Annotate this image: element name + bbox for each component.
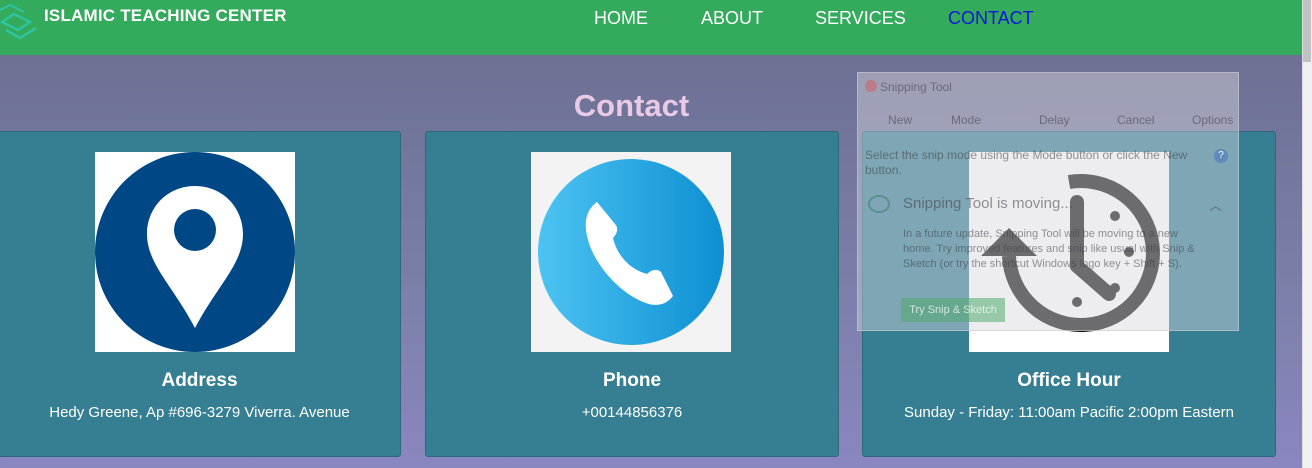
address-text: Hedy Greene, Ap #696-3279 Viverra. Avenu… — [49, 404, 350, 421]
snip-cancel-button[interactable]: Cancel — [1117, 113, 1154, 127]
location-pin-icon — [95, 152, 295, 352]
scrollbar-thumb[interactable] — [1303, 0, 1311, 62]
office-hour-text: Sunday - Friday: 11:00am Pacific 2:00pm … — [904, 404, 1234, 421]
nav-link-about[interactable]: ABOUT — [701, 8, 763, 29]
scissors-icon — [865, 80, 877, 92]
snip-notice-body: In a future update, Snipping Tool will b… — [903, 228, 1195, 270]
snip-description: Select the snip mode using the Mode butt… — [865, 148, 1188, 177]
site-brand[interactable]: ISLAMIC TEACHING CENTER — [44, 6, 287, 26]
snip-sketch-icon — [868, 195, 890, 213]
phone-text: +00144856376 — [581, 404, 683, 421]
snipping-tool-title: Snipping Tool — [880, 80, 952, 94]
nav-link-services[interactable]: SERVICES — [815, 8, 906, 29]
snip-options-button[interactable]: Options — [1192, 113, 1233, 127]
help-icon[interactable]: ? — [1214, 149, 1228, 163]
chevron-up-icon[interactable]: ︿ — [1209, 195, 1222, 214]
address-card: Address Hedy Greene, Ap #696-3279 Viverr… — [0, 131, 401, 457]
top-navbar: ISLAMIC TEACHING CENTER HOME ABOUT SERVI… — [0, 0, 1302, 55]
try-snip-sketch-button[interactable]: Try Snip & Sketch — [901, 298, 1005, 322]
snipping-tool-window: Snipping Tool New Mode Delay Cancel Opti… — [857, 72, 1239, 331]
office-hour-title: Office Hour — [1017, 370, 1121, 391]
snip-mode-button[interactable]: Mode — [951, 113, 981, 127]
nav-link-contact[interactable]: CONTACT — [948, 8, 1034, 29]
page-scrollbar[interactable] — [1302, 0, 1312, 468]
snip-notice-title: Snipping Tool is moving... — [903, 195, 1073, 212]
phone-image — [531, 152, 731, 352]
address-title: Address — [161, 370, 238, 391]
snip-new-button[interactable]: New — [888, 113, 912, 127]
phone-title: Phone — [602, 370, 662, 391]
snipping-tool-toolbar: New Mode Delay Cancel Options — [858, 107, 1238, 135]
phone-card: Phone +00144856376 — [425, 131, 839, 457]
snip-delay-button[interactable]: Delay — [1039, 113, 1070, 127]
address-image — [95, 152, 295, 352]
phone-icon — [531, 152, 731, 352]
nav-link-home[interactable]: HOME — [594, 8, 648, 29]
quran-book-icon[interactable] — [0, 0, 44, 44]
